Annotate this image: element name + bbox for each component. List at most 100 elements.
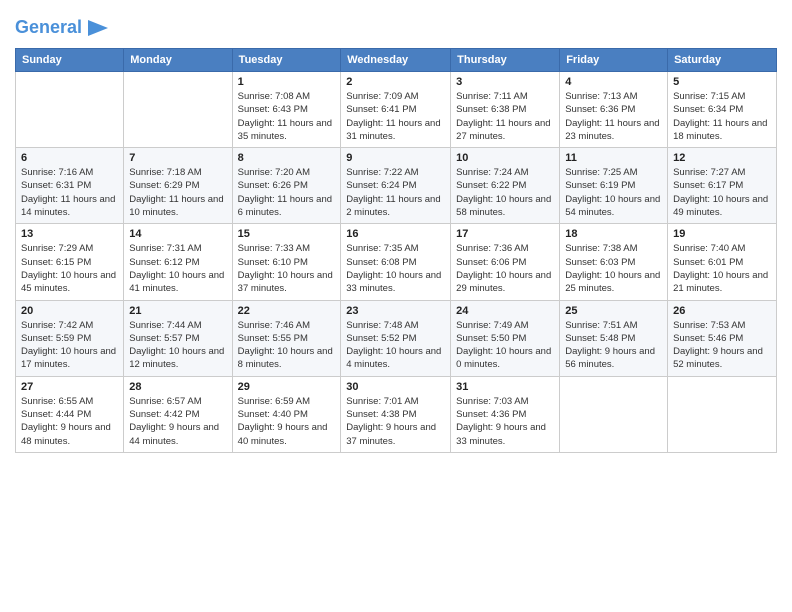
day-number: 6: [21, 152, 118, 164]
day-info: Sunrise: 7:33 AM Sunset: 6:10 PM Dayligh…: [238, 242, 336, 295]
day-info: Sunrise: 7:08 AM Sunset: 6:43 PM Dayligh…: [238, 90, 336, 143]
calendar-cell: 31 Sunrise: 7:03 AM Sunset: 4:36 PM Dayli…: [451, 376, 560, 452]
day-info: Sunrise: 6:55 AM Sunset: 4:44 PM Dayligh…: [21, 395, 118, 448]
calendar-week-row: 20 Sunrise: 7:42 AM Sunset: 5:59 PM Dayli…: [16, 300, 777, 376]
calendar-cell: 24Sunrise: 7:49 AM Sunset: 5:50 PM Dayli…: [451, 300, 560, 376]
calendar-cell: 30Sunrise: 7:01 AM Sunset: 4:38 PM Dayli…: [341, 376, 451, 452]
day-number: 22: [238, 305, 336, 317]
day-info: Sunrise: 7:51 AM Sunset: 5:48 PM Dayligh…: [565, 319, 662, 372]
day-info: Sunrise: 7:18 AM Sunset: 6:29 PM Dayligh…: [129, 166, 226, 219]
day-info: Sunrise: 7:35 AM Sunset: 6:08 PM Dayligh…: [346, 242, 445, 295]
day-info: Sunrise: 7:38 AM Sunset: 6:03 PM Dayligh…: [565, 242, 662, 295]
day-info: Sunrise: 7:25 AM Sunset: 6:19 PM Dayligh…: [565, 166, 662, 219]
day-number: 29: [238, 381, 336, 393]
calendar-cell: 15 Sunrise: 7:33 AM Sunset: 6:10 PM Dayli…: [232, 224, 341, 300]
calendar-week-row: 6 Sunrise: 7:16 AM Sunset: 6:31 PM Daylig…: [16, 148, 777, 224]
page: General SundayMondayTuesdayWednesdayThur…: [0, 0, 792, 612]
calendar-day-header: Thursday: [451, 49, 560, 72]
day-info: Sunrise: 7:22 AM Sunset: 6:24 PM Dayligh…: [346, 166, 445, 219]
day-info: Sunrise: 6:59 AM Sunset: 4:40 PM Dayligh…: [238, 395, 336, 448]
day-number: 27: [21, 381, 118, 393]
day-info: Sunrise: 7:03 AM Sunset: 4:36 PM Dayligh…: [456, 395, 554, 448]
day-info: Sunrise: 7:20 AM Sunset: 6:26 PM Dayligh…: [238, 166, 336, 219]
logo: General: [15, 14, 112, 42]
calendar-day-header: Monday: [124, 49, 232, 72]
calendar-day-header: Tuesday: [232, 49, 341, 72]
calendar-week-row: 27 Sunrise: 6:55 AM Sunset: 4:44 PM Dayli…: [16, 376, 777, 452]
calendar-cell: 22 Sunrise: 7:46 AM Sunset: 5:55 PM Dayli…: [232, 300, 341, 376]
day-number: 17: [456, 228, 554, 240]
calendar-cell: 12 Sunrise: 7:27 AM Sunset: 6:17 PM Dayli…: [668, 148, 777, 224]
day-number: 15: [238, 228, 336, 240]
header: General: [15, 10, 777, 42]
day-info: Sunrise: 7:29 AM Sunset: 6:15 PM Dayligh…: [21, 242, 118, 295]
calendar-cell: 29 Sunrise: 6:59 AM Sunset: 4:40 PM Dayli…: [232, 376, 341, 452]
calendar-cell: 20 Sunrise: 7:42 AM Sunset: 5:59 PM Dayli…: [16, 300, 124, 376]
calendar-cell: [124, 72, 232, 148]
day-info: Sunrise: 7:49 AM Sunset: 5:50 PM Dayligh…: [456, 319, 554, 372]
day-info: Sunrise: 7:13 AM Sunset: 6:36 PM Dayligh…: [565, 90, 662, 143]
day-number: 4: [565, 76, 662, 88]
day-info: Sunrise: 7:16 AM Sunset: 6:31 PM Dayligh…: [21, 166, 118, 219]
calendar-cell: 21Sunrise: 7:44 AM Sunset: 5:57 PM Dayli…: [124, 300, 232, 376]
calendar-cell: 13 Sunrise: 7:29 AM Sunset: 6:15 PM Dayli…: [16, 224, 124, 300]
day-info: Sunrise: 7:40 AM Sunset: 6:01 PM Dayligh…: [673, 242, 771, 295]
calendar-cell: 8 Sunrise: 7:20 AM Sunset: 6:26 PM Daylig…: [232, 148, 341, 224]
calendar-cell: 11 Sunrise: 7:25 AM Sunset: 6:19 PM Dayli…: [560, 148, 668, 224]
day-info: Sunrise: 7:48 AM Sunset: 5:52 PM Dayligh…: [346, 319, 445, 372]
day-number: 14: [129, 228, 226, 240]
day-number: 9: [346, 152, 445, 164]
calendar-table: SundayMondayTuesdayWednesdayThursdayFrid…: [15, 48, 777, 453]
day-number: 5: [673, 76, 771, 88]
calendar-cell: 16 Sunrise: 7:35 AM Sunset: 6:08 PM Dayli…: [341, 224, 451, 300]
day-number: 26: [673, 305, 771, 317]
calendar-cell: 3 Sunrise: 7:11 AM Sunset: 6:38 PM Daylig…: [451, 72, 560, 148]
calendar-cell: 23Sunrise: 7:48 AM Sunset: 5:52 PM Dayli…: [341, 300, 451, 376]
day-info: Sunrise: 7:53 AM Sunset: 5:46 PM Dayligh…: [673, 319, 771, 372]
day-number: 13: [21, 228, 118, 240]
calendar-cell: 4 Sunrise: 7:13 AM Sunset: 6:36 PM Daylig…: [560, 72, 668, 148]
day-info: Sunrise: 7:36 AM Sunset: 6:06 PM Dayligh…: [456, 242, 554, 295]
calendar-cell: 1Sunrise: 7:08 AM Sunset: 6:43 PM Daylig…: [232, 72, 341, 148]
day-number: 16: [346, 228, 445, 240]
day-info: Sunrise: 6:57 AM Sunset: 4:42 PM Dayligh…: [129, 395, 226, 448]
calendar-cell: 26 Sunrise: 7:53 AM Sunset: 5:46 PM Dayli…: [668, 300, 777, 376]
day-info: Sunrise: 7:11 AM Sunset: 6:38 PM Dayligh…: [456, 90, 554, 143]
day-number: 8: [238, 152, 336, 164]
calendar-cell: 18 Sunrise: 7:38 AM Sunset: 6:03 PM Dayli…: [560, 224, 668, 300]
day-number: 28: [129, 381, 226, 393]
calendar-cell: [16, 72, 124, 148]
day-number: 20: [21, 305, 118, 317]
day-number: 11: [565, 152, 662, 164]
calendar-day-header: Saturday: [668, 49, 777, 72]
day-info: Sunrise: 7:24 AM Sunset: 6:22 PM Dayligh…: [456, 166, 554, 219]
day-info: Sunrise: 7:27 AM Sunset: 6:17 PM Dayligh…: [673, 166, 771, 219]
day-info: Sunrise: 7:44 AM Sunset: 5:57 PM Dayligh…: [129, 319, 226, 372]
calendar-week-row: 13 Sunrise: 7:29 AM Sunset: 6:15 PM Dayli…: [16, 224, 777, 300]
calendar-cell: 6 Sunrise: 7:16 AM Sunset: 6:31 PM Daylig…: [16, 148, 124, 224]
day-number: 12: [673, 152, 771, 164]
day-info: Sunrise: 7:42 AM Sunset: 5:59 PM Dayligh…: [21, 319, 118, 372]
calendar-cell: [668, 376, 777, 452]
day-number: 25: [565, 305, 662, 317]
calendar-cell: 7Sunrise: 7:18 AM Sunset: 6:29 PM Daylig…: [124, 148, 232, 224]
calendar-cell: 19Sunrise: 7:40 AM Sunset: 6:01 PM Dayli…: [668, 224, 777, 300]
calendar-cell: 10 Sunrise: 7:24 AM Sunset: 6:22 PM Dayli…: [451, 148, 560, 224]
day-number: 10: [456, 152, 554, 164]
day-number: 3: [456, 76, 554, 88]
calendar-week-row: 1Sunrise: 7:08 AM Sunset: 6:43 PM Daylig…: [16, 72, 777, 148]
day-info: Sunrise: 7:46 AM Sunset: 5:55 PM Dayligh…: [238, 319, 336, 372]
logo-text: General: [15, 18, 82, 38]
day-number: 2: [346, 76, 445, 88]
calendar-cell: 17 Sunrise: 7:36 AM Sunset: 6:06 PM Dayli…: [451, 224, 560, 300]
day-info: Sunrise: 7:09 AM Sunset: 6:41 PM Dayligh…: [346, 90, 445, 143]
calendar-header-row: SundayMondayTuesdayWednesdayThursdayFrid…: [16, 49, 777, 72]
day-number: 18: [565, 228, 662, 240]
calendar-cell: 5Sunrise: 7:15 AM Sunset: 6:34 PM Daylig…: [668, 72, 777, 148]
calendar-day-header: Friday: [560, 49, 668, 72]
calendar-cell: 28 Sunrise: 6:57 AM Sunset: 4:42 PM Dayli…: [124, 376, 232, 452]
calendar-cell: [560, 376, 668, 452]
day-number: 31: [456, 381, 554, 393]
day-info: Sunrise: 7:01 AM Sunset: 4:38 PM Dayligh…: [346, 395, 445, 448]
calendar-cell: 25 Sunrise: 7:51 AM Sunset: 5:48 PM Dayli…: [560, 300, 668, 376]
